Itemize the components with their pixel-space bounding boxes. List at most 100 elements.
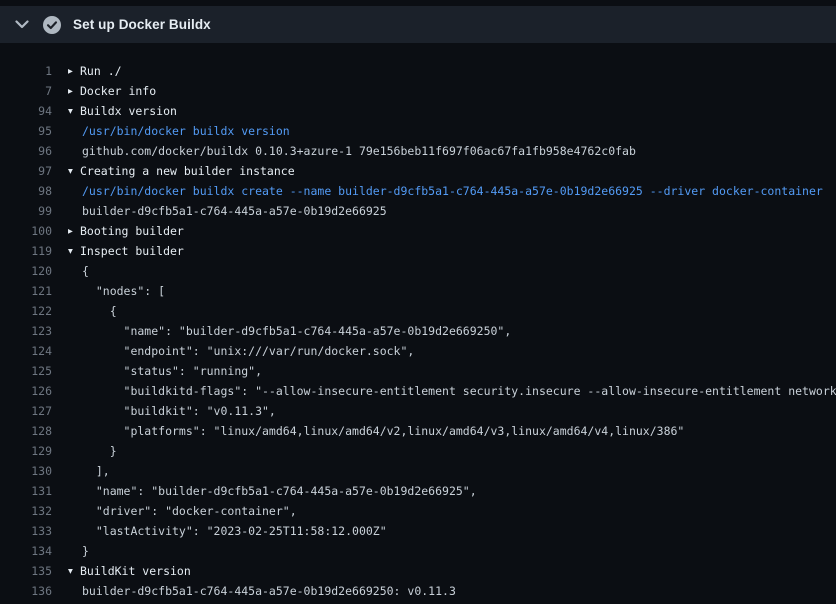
- log-group-toggle[interactable]: ▼BuildKit version: [68, 561, 191, 581]
- line-number[interactable]: 126: [0, 381, 52, 401]
- log-line: 98/usr/bin/docker buildx create --name b…: [0, 181, 836, 201]
- line-number[interactable]: 121: [0, 281, 52, 301]
- group-label: Creating a new builder instance: [80, 164, 295, 178]
- line-number[interactable]: 97: [0, 161, 52, 181]
- line-number[interactable]: 1: [0, 61, 52, 81]
- log-group-toggle[interactable]: ▶Booting builder: [68, 221, 184, 241]
- group-label: Docker info: [80, 84, 156, 98]
- log-line: 123 "name": "builder-d9cfb5a1-c764-445a-…: [0, 321, 836, 341]
- output-text: "lastActivity": "2023-02-25T11:58:12.000…: [82, 521, 387, 541]
- triangle-down-icon: ▼: [68, 242, 80, 262]
- line-number[interactable]: 99: [0, 201, 52, 221]
- check-circle-icon: [43, 16, 61, 34]
- log-line: 131 "name": "builder-d9cfb5a1-c764-445a-…: [0, 481, 836, 501]
- line-number[interactable]: 124: [0, 341, 52, 361]
- log-line: 126 "buildkitd-flags": "--allow-insecure…: [0, 381, 836, 401]
- output-text: builder-d9cfb5a1-c764-445a-a57e-0b19d2e6…: [82, 581, 456, 601]
- log-line: 95/usr/bin/docker buildx version: [0, 121, 836, 141]
- line-number[interactable]: 98: [0, 181, 52, 201]
- log-line: 130 ],: [0, 461, 836, 481]
- triangle-down-icon: ▼: [68, 162, 80, 182]
- chevron-down-icon[interactable]: [14, 17, 30, 33]
- output-text: builder-d9cfb5a1-c764-445a-a57e-0b19d2e6…: [82, 201, 387, 221]
- line-number[interactable]: 134: [0, 541, 52, 561]
- line-number[interactable]: 94: [0, 101, 52, 121]
- group-label: Run ./: [80, 64, 122, 78]
- group-label: Booting builder: [80, 224, 184, 238]
- output-text: "nodes": [: [82, 281, 165, 301]
- triangle-right-icon: ▶: [68, 62, 80, 82]
- output-text: }: [82, 441, 117, 461]
- output-text: "endpoint": "unix:///var/run/docker.sock…: [82, 341, 414, 361]
- log-line: 128 "platforms": "linux/amd64,linux/amd6…: [0, 421, 836, 441]
- line-number[interactable]: 96: [0, 141, 52, 161]
- triangle-right-icon: ▶: [68, 82, 80, 102]
- line-number[interactable]: 132: [0, 501, 52, 521]
- log-line: 120 {: [0, 261, 836, 281]
- output-text: }: [82, 541, 89, 561]
- group-label: Buildx version: [80, 104, 177, 118]
- line-number[interactable]: 125: [0, 361, 52, 381]
- log-group-toggle[interactable]: ▼Buildx version: [68, 101, 177, 121]
- log-group-toggle[interactable]: ▼Creating a new builder instance: [68, 161, 295, 181]
- command-text: /usr/bin/docker buildx create --name bui…: [82, 181, 823, 201]
- triangle-down-icon: ▼: [68, 562, 80, 582]
- line-number[interactable]: 131: [0, 481, 52, 501]
- log-line: 121 "nodes": [: [0, 281, 836, 301]
- step-header[interactable]: Set up Docker Buildx: [0, 6, 836, 43]
- line-number[interactable]: 127: [0, 401, 52, 421]
- line-number[interactable]: 136: [0, 581, 52, 601]
- log-line: 100 ▶Booting builder: [0, 221, 836, 241]
- line-number[interactable]: 120: [0, 261, 52, 281]
- output-text: "buildkit": "v0.11.3",: [82, 401, 276, 421]
- line-number[interactable]: 95: [0, 121, 52, 141]
- log-lines: 1▶Run ./7▶Docker info94▼Buildx version95…: [0, 43, 836, 604]
- log-line: 129 }: [0, 441, 836, 461]
- log-line: 99 builder-d9cfb5a1-c764-445a-a57e-0b19d2…: [0, 201, 836, 221]
- log-line: 122 {: [0, 301, 836, 321]
- log-line: 134}: [0, 541, 836, 561]
- output-text: ],: [82, 461, 110, 481]
- line-number[interactable]: 122: [0, 301, 52, 321]
- log-line: 97 ▼Creating a new builder instance: [0, 161, 836, 181]
- log-line: 132 "driver": "docker-container",: [0, 501, 836, 521]
- line-number[interactable]: 133: [0, 521, 52, 541]
- log-line: 125 "status": "running",: [0, 361, 836, 381]
- line-number[interactable]: 128: [0, 421, 52, 441]
- output-text: "name": "builder-d9cfb5a1-c764-445a-a57e…: [82, 321, 511, 341]
- output-text: "name": "builder-d9cfb5a1-c764-445a-a57e…: [82, 481, 477, 501]
- line-number[interactable]: 123: [0, 321, 52, 341]
- group-label: Inspect builder: [80, 244, 184, 258]
- triangle-down-icon: ▼: [68, 102, 80, 122]
- line-number[interactable]: 129: [0, 441, 52, 461]
- line-number[interactable]: 7: [0, 81, 52, 101]
- group-label: BuildKit version: [80, 564, 191, 578]
- log-line: 119 ▼Inspect builder: [0, 241, 836, 261]
- log-line: 127 "buildkit": "v0.11.3",: [0, 401, 836, 421]
- log-group-toggle[interactable]: ▶Docker info: [68, 81, 156, 101]
- log-line: 96 github.com/docker/buildx 0.10.3+azure-…: [0, 141, 836, 161]
- output-text: {: [82, 261, 89, 281]
- output-text: github.com/docker/buildx 0.10.3+azure-1 …: [82, 141, 636, 161]
- line-number[interactable]: 130: [0, 461, 52, 481]
- log-line: 94 ▼Buildx version: [0, 101, 836, 121]
- log-line: 136 builder-d9cfb5a1-c764-445a-a57e-0b19d…: [0, 581, 836, 601]
- line-number[interactable]: 135: [0, 561, 52, 581]
- output-text: {: [82, 301, 117, 321]
- output-text: "driver": "docker-container",: [82, 501, 297, 521]
- log-line: 7 ▶Docker info: [0, 81, 836, 101]
- log-line: 133 "lastActivity": "2023-02-25T11:58:12…: [0, 521, 836, 541]
- output-text: "platforms": "linux/amd64,linux/amd64/v2…: [82, 421, 684, 441]
- line-number[interactable]: 100: [0, 221, 52, 241]
- triangle-right-icon: ▶: [68, 222, 80, 242]
- log-group-toggle[interactable]: ▼Inspect builder: [68, 241, 184, 261]
- step-title: Set up Docker Buildx: [73, 17, 211, 32]
- log-line: 124 "endpoint": "unix:///var/run/docker.…: [0, 341, 836, 361]
- line-number[interactable]: 119: [0, 241, 52, 261]
- log-group-toggle[interactable]: ▶Run ./: [68, 61, 122, 81]
- output-text: "status": "running",: [82, 361, 262, 381]
- output-text: "buildkitd-flags": "--allow-insecure-ent…: [82, 381, 836, 401]
- log-line: 135 ▼BuildKit version: [0, 561, 836, 581]
- log-line: 1 ▶Run ./: [0, 61, 836, 81]
- command-text: /usr/bin/docker buildx version: [82, 121, 290, 141]
